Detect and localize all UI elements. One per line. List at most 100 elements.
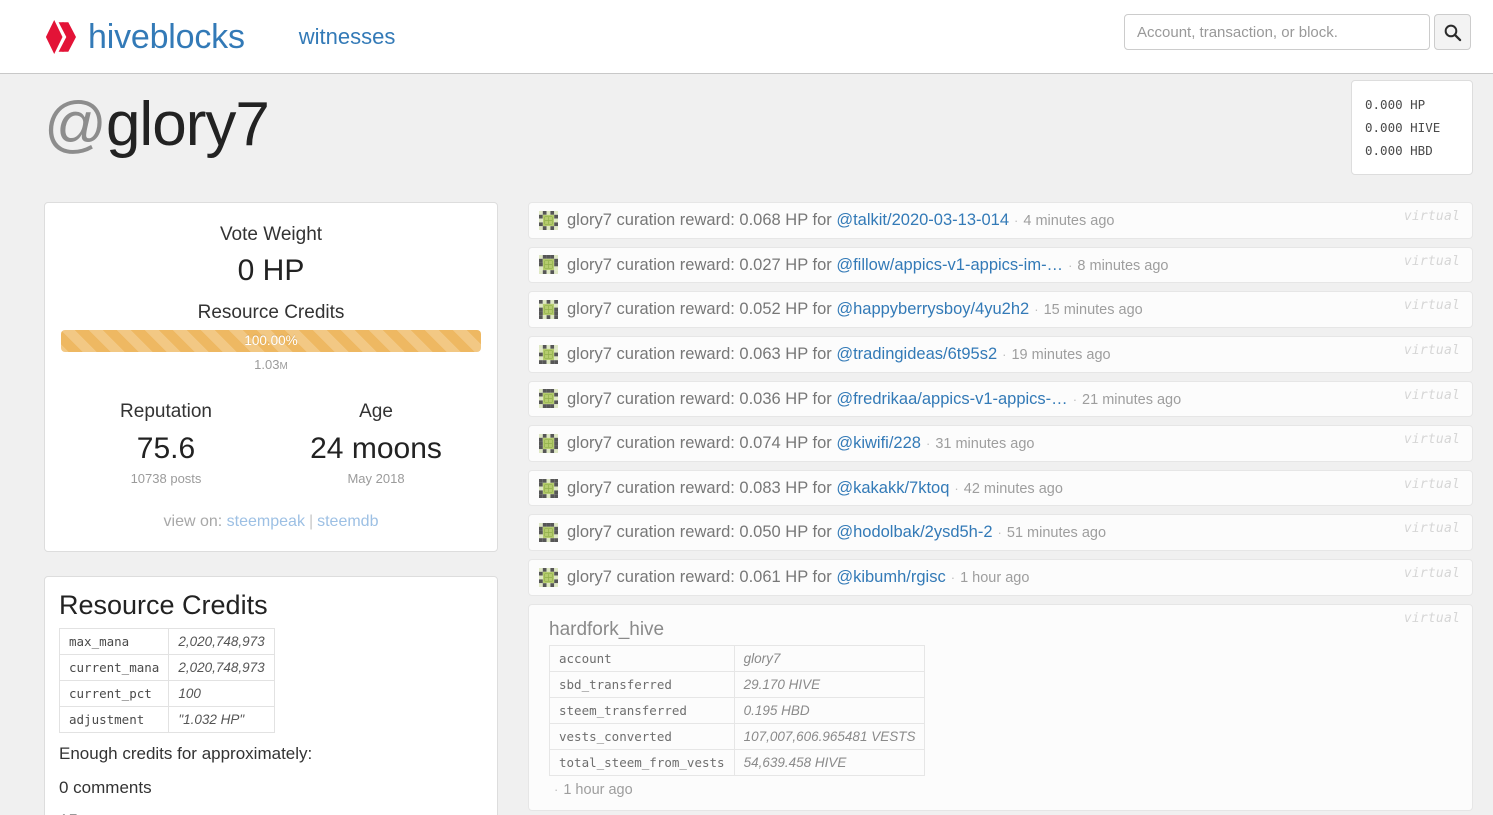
table-row: total_steem_from_vests 54,639.458 HIVE: [549, 749, 926, 777]
view-on-steempeak-link[interactable]: steempeak: [227, 513, 305, 530]
list-item-text: glory7 curation reward: 0.050 HP for @ho…: [567, 522, 1106, 543]
rc-note-votes: 15 votes: [59, 808, 483, 815]
identicon-icon: [539, 478, 558, 498]
list-item-text: glory7 curation reward: 0.052 HP for @ha…: [567, 299, 1143, 320]
list-item[interactable]: glory7 curation reward: 0.050 HP for @ho…: [528, 514, 1473, 551]
rc-key-current-mana: current_mana: [58, 654, 170, 682]
virtual-badge: virtual: [1403, 610, 1460, 626]
balance-box: 0.000 HP 0.000 HIVE 0.000 HBD: [1351, 80, 1473, 176]
feed-permlink[interactable]: @kibumh/rgisc: [836, 568, 945, 586]
resource-credits-card: Resource Credits max_mana 2,020,748,973 …: [44, 575, 498, 815]
age-value: 24 moons: [310, 431, 442, 465]
rc-key-max-mana: max_mana: [58, 628, 170, 656]
table-row: sbd_transferred 29.170 HIVE: [549, 671, 926, 699]
hardfork-operation-item[interactable]: virtual hardfork_hive account glory7 sbd…: [528, 603, 1473, 812]
list-item[interactable]: glory7 curation reward: 0.061 HP for @ki…: [528, 559, 1473, 596]
feed-prefix: glory7 curation reward: 0.027 HP for: [567, 255, 837, 274]
view-on-row: view on: steempeak | steemdb: [61, 513, 481, 531]
hf-key-steem-transferred: steem_transferred: [549, 697, 735, 725]
table-row: max_mana 2,020,748,973: [58, 628, 275, 656]
rc-sub-number: 1.03: [254, 357, 280, 372]
search-input[interactable]: [1124, 14, 1430, 50]
hf-value-total-steem-from-vests: 54,639.458 HIVE: [733, 749, 926, 777]
virtual-badge: virtual: [1403, 342, 1460, 358]
hf-key-sbd-transferred: sbd_transferred: [549, 671, 735, 699]
feed-prefix: glory7 curation reward: 0.074 HP for: [567, 434, 837, 453]
list-item[interactable]: glory7 curation reward: 0.052 HP for @ha…: [528, 291, 1473, 328]
virtual-badge: virtual: [1403, 298, 1460, 314]
search-icon: [1444, 24, 1462, 41]
feed-prefix: glory7 curation reward: 0.083 HP for: [567, 478, 837, 497]
feed-prefix: glory7 curation reward: 0.061 HP for: [567, 568, 837, 586]
at-symbol: @: [44, 90, 107, 159]
feed-separator: ·: [1002, 346, 1007, 362]
left-column: Vote Weight 0 HP Resource Credits 100.00…: [44, 202, 498, 815]
rc-value-current-mana: 2,020,748,973: [168, 654, 275, 682]
rc-key-adjustment: adjustment: [58, 706, 170, 734]
feed-prefix: glory7 curation reward: 0.063 HP for: [567, 344, 837, 363]
rc-value-current-pct: 100: [168, 680, 275, 708]
rc-value-adjustment: "1.032 HP": [168, 706, 275, 734]
identicon-icon: [539, 300, 558, 320]
feed-timestamp: 15 minutes ago: [1043, 302, 1143, 319]
identicon-icon: [539, 389, 558, 409]
feed-permlink[interactable]: @fillow/appics-v1-appics-im-…: [836, 256, 1063, 274]
feed-permlink[interactable]: @fredrikaa/appics-v1-appics-…: [836, 390, 1067, 408]
resource-credits-progress-bar: 100.00%: [61, 330, 481, 352]
feed-prefix: glory7 curation reward: 0.068 HP for: [567, 211, 837, 229]
hf-key-total-steem-from-vests: total_steem_from_vests: [549, 749, 735, 777]
table-row: adjustment "1.032 HP": [58, 706, 275, 734]
feed-prefix: glory7 curation reward: 0.052 HP for: [567, 300, 837, 319]
list-item[interactable]: glory7 curation reward: 0.063 HP for @tr…: [528, 335, 1473, 373]
resource-credits-title: Resource Credits: [59, 589, 268, 620]
feed-prefix: glory7 curation reward: 0.050 HP for: [567, 523, 837, 542]
list-item[interactable]: glory7 curation reward: 0.074 HP for @ki…: [528, 425, 1473, 462]
feed-timestamp: 51 minutes ago: [1006, 525, 1107, 542]
feed-permlink[interactable]: @tradingideas/6t95s2: [836, 345, 997, 363]
search-button[interactable]: [1434, 14, 1471, 50]
feed-timestamp: 31 minutes ago: [935, 436, 1035, 453]
brand-logo-link[interactable]: hiveblocks: [44, 19, 245, 55]
view-on-steemdb-link[interactable]: steemdb: [317, 513, 378, 530]
table-row: steem_transferred 0.195 HBD: [549, 697, 926, 725]
rc-key-current-pct: current_pct: [58, 680, 170, 708]
feed-permlink[interactable]: @kakakk/7ktoq: [836, 479, 949, 497]
identicon-icon: [539, 255, 558, 275]
reputation-age-row: Reputation 75.6 10738 posts Age 24 moons…: [61, 400, 481, 488]
list-item[interactable]: glory7 curation reward: 0.068 HP for @ta…: [528, 202, 1473, 239]
feed-timestamp: 21 minutes ago: [1082, 391, 1182, 408]
feed-timestamp: 8 minutes ago: [1077, 257, 1169, 274]
identicon-icon: [539, 210, 558, 230]
rc-value-max-mana: 2,020,748,973: [168, 628, 275, 656]
rc-note-title: Enough credits for approximately:: [59, 744, 313, 764]
table-row: vests_converted 107,007,606.965481 VESTS: [549, 723, 926, 751]
feed-permlink[interactable]: @hodolbak/2ysd5h-2: [836, 523, 992, 541]
virtual-badge: virtual: [1403, 209, 1460, 224]
hardfork-title: hardfork_hive: [549, 618, 665, 640]
hardfork-timestamp-row: · 1 hour ago: [549, 782, 1460, 798]
list-item[interactable]: glory7 curation reward: 0.036 HP for @fr…: [528, 380, 1473, 418]
virtual-badge: virtual: [1403, 521, 1460, 537]
feed-separator: ·: [997, 525, 1002, 541]
list-item[interactable]: glory7 curation reward: 0.083 HP for @ka…: [528, 469, 1473, 507]
brand-name: hiveblocks: [88, 17, 245, 56]
feed-permlink[interactable]: @kiwifi/228: [836, 434, 921, 452]
reputation-block: Reputation 75.6 10738 posts: [61, 400, 271, 488]
identicon-icon: [539, 344, 558, 364]
hf-value-account: glory7: [733, 645, 926, 673]
feed-separator: ·: [954, 480, 959, 496]
nav-item-witnesses[interactable]: witnesses: [299, 25, 396, 48]
hf-key-account: account: [549, 645, 735, 673]
balance-hive: 0.000 HIVE: [1365, 120, 1441, 136]
feed-permlink[interactable]: @happyberrysboy/4yu2h2: [836, 300, 1029, 318]
reputation-posts: 10738 posts: [130, 470, 202, 486]
hardfork-timestamp: 1 hour ago: [563, 782, 633, 799]
balance-hp: 0.000 HP: [1365, 97, 1426, 112]
list-item-text: glory7 curation reward: 0.074 HP for @ki…: [567, 433, 1034, 454]
feed-permlink[interactable]: @talkit/2020-03-13-014: [836, 211, 1009, 229]
feed-separator: ·: [1068, 257, 1073, 273]
table-row: current_pct 100: [58, 680, 275, 708]
reputation-value: 75.6: [136, 431, 196, 465]
list-item[interactable]: glory7 curation reward: 0.027 HP for @fi…: [528, 246, 1473, 284]
feed-timestamp: 19 minutes ago: [1011, 346, 1111, 363]
